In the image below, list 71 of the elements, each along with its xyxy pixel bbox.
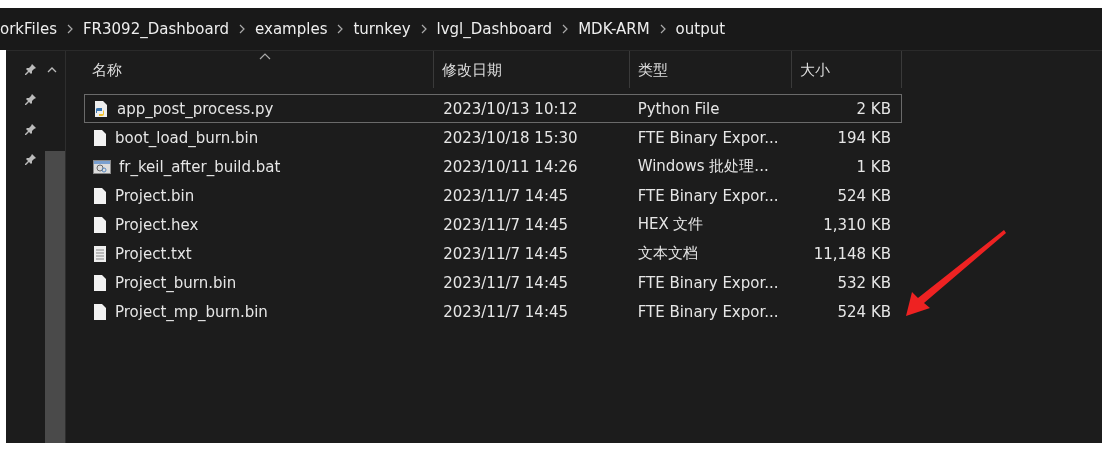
breadcrumb-item[interactable]: output — [665, 20, 736, 38]
type-cell-text: FTE Binary Expor... — [636, 302, 780, 321]
date-cell-text: 2023/11/7 14:45 — [442, 273, 570, 292]
column-header[interactable]: 类型 — [630, 51, 792, 88]
breadcrumb-item[interactable]: lvgl_Dashboard — [426, 20, 563, 38]
size-cell-text: 11,148 KB — [812, 244, 892, 263]
size-cell-text: 524 KB — [836, 186, 892, 205]
breadcrumb-item[interactable]: orkFiles — [0, 20, 67, 38]
type-cell-text: FTE Binary Expor... — [636, 128, 780, 147]
file-name: Project.bin — [115, 186, 195, 205]
file-name: Project_burn.bin — [115, 273, 237, 292]
date-cell-text: 2023/11/7 14:45 — [442, 302, 570, 321]
chevron-icon — [562, 24, 569, 34]
column-header[interactable]: 名称 — [84, 51, 434, 88]
column-header[interactable]: 修改日期 — [434, 51, 630, 88]
date-cell-text: 2023/11/7 14:45 — [442, 215, 570, 234]
type-cell-text: FTE Binary Expor... — [636, 186, 780, 205]
chevron-icon — [337, 24, 344, 34]
file-row[interactable]: Project.bin 2023/11/7 14:45 FTE Binary Expor... 524 KB — [84, 181, 902, 210]
file-row[interactable]: Project.hex 2023/11/7 14:45 HEX 文件 1,310 KB — [84, 210, 902, 239]
file-name: Project.hex — [115, 215, 199, 234]
file-name: Project_mp_burn.bin — [115, 302, 268, 321]
breadcrumb-item[interactable]: turnkey — [343, 20, 421, 38]
blank-file-icon — [93, 273, 107, 292]
blank-file-icon — [93, 128, 107, 147]
file-row[interactable]: boot_load_burn.bin 2023/10/18 15:30 FTE Binary Expor... 194 KB — [84, 123, 902, 152]
gear-file-icon — [93, 159, 111, 174]
date-cell-text: 2023/11/7 14:45 — [442, 186, 570, 205]
type-cell-text: Python File — [636, 99, 721, 118]
size-cell-text: 532 KB — [836, 273, 892, 292]
type-cell-text: HEX 文件 — [636, 215, 705, 234]
date-cell-text: 2023/10/13 10:12 — [442, 99, 579, 118]
date-cell-text: 2023/10/18 15:30 — [442, 128, 579, 147]
file-row[interactable]: fr_keil_after_build.bat 2023/10/11 14:26 Windows 批处理... 1 KB — [84, 152, 902, 181]
text-file-icon — [93, 244, 107, 263]
file-row[interactable]: Project.txt 2023/11/7 14:45 文本文档 11,148 KB — [84, 239, 902, 268]
chevron-icon — [420, 24, 427, 34]
blank-file-icon — [93, 215, 107, 234]
blank-file-icon — [93, 186, 107, 205]
pin-icon[interactable] — [25, 123, 37, 135]
size-cell-text: 194 KB — [836, 128, 892, 147]
size-cell-text: 2 KB — [855, 99, 892, 118]
breadcrumb-item[interactable]: FR3092_Dashboard — [72, 20, 240, 38]
chevron-icon — [66, 24, 73, 34]
size-cell-text: 1,310 KB — [822, 215, 892, 234]
file-name: Project.txt — [115, 244, 192, 263]
chevron-icon — [239, 24, 246, 34]
pin-icon[interactable] — [25, 153, 37, 165]
breadcrumb-item[interactable]: MDK-ARM — [568, 20, 660, 38]
column-header[interactable]: 大小 — [792, 51, 902, 88]
blank-file-icon — [93, 302, 107, 321]
file-name: app_post_process.py — [117, 99, 274, 118]
chevron-icon — [659, 24, 666, 34]
type-cell-text: 文本文档 — [636, 244, 699, 263]
date-cell-text: 2023/10/11 14:26 — [442, 157, 579, 176]
breadcrumb-item[interactable]: examples — [245, 20, 338, 38]
file-row[interactable]: app_post_process.py 2023/10/13 10:12 Python File 2 KB — [84, 94, 902, 123]
file-name: fr_keil_after_build.bat — [119, 157, 281, 176]
pin-icon[interactable] — [25, 93, 37, 105]
file-row[interactable]: Project_burn.bin 2023/11/7 14:45 FTE Binary Expor... 532 KB — [84, 268, 902, 297]
scroll-up-icon[interactable] — [47, 65, 57, 73]
size-cell-text: 1 KB — [855, 157, 892, 176]
type-cell-text: Windows 批处理... — [636, 157, 770, 176]
file-name: boot_load_burn.bin — [115, 128, 259, 147]
python-file-icon — [93, 99, 109, 118]
type-cell-text: FTE Binary Expor... — [636, 273, 780, 292]
date-cell-text: 2023/11/7 14:45 — [442, 244, 570, 263]
size-cell-text: 524 KB — [836, 302, 892, 321]
pin-icon[interactable] — [25, 63, 37, 75]
file-row[interactable]: Project_mp_burn.bin 2023/11/7 14:45 FTE Binary Expor... 524 KB — [84, 297, 902, 326]
scrollbar-thumb[interactable] — [45, 151, 65, 443]
